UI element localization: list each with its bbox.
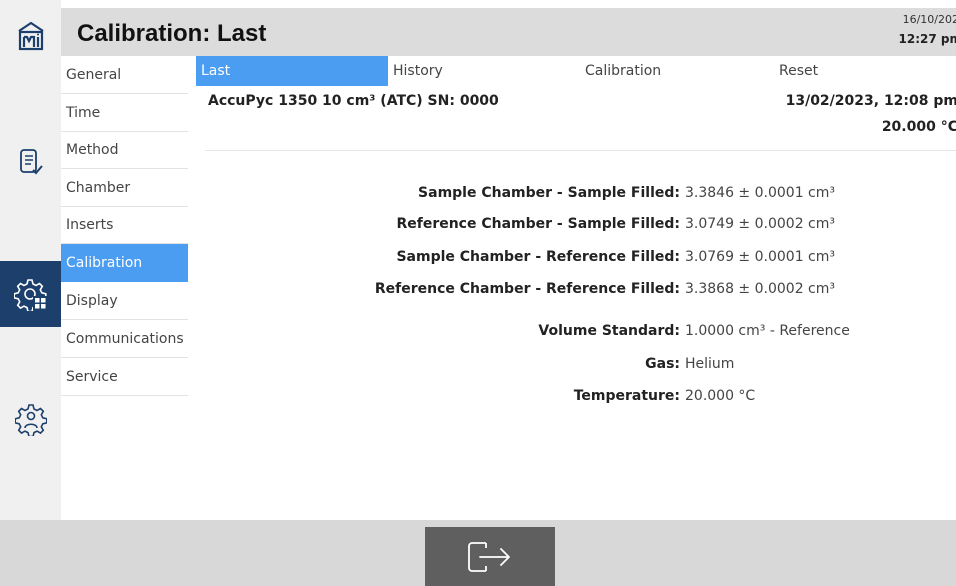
menu-item-label: Inserts bbox=[66, 216, 114, 233]
menu-item-label: Service bbox=[66, 368, 118, 385]
result-row: Gas: Helium bbox=[200, 354, 956, 376]
result-value: 3.3868 ± 0.0002 cm³ bbox=[685, 281, 836, 297]
exit-button[interactable] bbox=[425, 527, 555, 586]
menu-item-label: General bbox=[66, 66, 122, 83]
tab-reset[interactable]: Reset bbox=[774, 56, 956, 86]
instrument-name: AccuPyc 1350 10 cm³ (ATC) SN: 0000 bbox=[208, 93, 499, 109]
menu-item-service[interactable]: Service bbox=[61, 358, 188, 396]
navigation-rail bbox=[0, 0, 61, 520]
result-row: Temperature: 20.000 °C bbox=[200, 386, 956, 408]
result-row: Reference Chamber - Reference Filled: 3.… bbox=[200, 279, 956, 301]
menu-item-label: Display bbox=[66, 292, 118, 309]
menu-item-label: Time bbox=[66, 104, 101, 121]
result-row: Sample Chamber - Reference Filled: 3.076… bbox=[200, 247, 956, 269]
header-date: 16/10/2023 bbox=[902, 13, 956, 26]
menu-item-time[interactable]: Time bbox=[61, 94, 188, 132]
menu-item-chamber[interactable]: Chamber bbox=[61, 169, 188, 207]
divider bbox=[205, 150, 956, 151]
result-value: 1.0000 cm³ - Reference bbox=[685, 323, 850, 339]
reports-button[interactable] bbox=[0, 132, 61, 192]
exit-icon bbox=[468, 541, 510, 572]
menu-item-label: Communications bbox=[66, 330, 184, 347]
menu-item-label: Calibration bbox=[66, 255, 143, 271]
result-row: Volume Standard: 1.0000 cm³ - Reference bbox=[200, 321, 956, 343]
menu-item-calibration[interactable]: Calibration bbox=[61, 244, 188, 282]
page-title: Calibration: Last bbox=[77, 20, 267, 47]
result-label: Temperature: bbox=[573, 388, 680, 404]
menu-item-label: Method bbox=[66, 141, 119, 158]
menu-item-general[interactable]: General bbox=[61, 56, 188, 94]
menu-item-label: Chamber bbox=[66, 179, 131, 196]
result-row: Sample Chamber - Sample Filled: 3.3846 ±… bbox=[200, 183, 956, 205]
settings-menu: General Time Method Chamber Inserts Cali… bbox=[61, 56, 193, 520]
menu-item-method[interactable]: Method bbox=[61, 131, 188, 169]
result-label: Reference Chamber - Reference Filled: bbox=[374, 281, 680, 297]
result-value: 3.0749 ± 0.0002 cm³ bbox=[685, 216, 836, 232]
result-label: Reference Chamber - Sample Filled: bbox=[396, 216, 680, 232]
result-label: Sample Chamber - Sample Filled: bbox=[418, 185, 680, 201]
result-value: 20.000 °C bbox=[685, 388, 756, 404]
tab-history[interactable]: History bbox=[388, 56, 580, 86]
result-value: 3.0769 ± 0.0001 cm³ bbox=[685, 249, 836, 265]
result-label: Gas: bbox=[645, 356, 680, 372]
report-check-icon bbox=[19, 149, 43, 175]
result-label: Sample Chamber - Reference Filled: bbox=[396, 249, 680, 265]
footer-bar bbox=[0, 520, 956, 586]
result-value: 3.3846 ± 0.0001 cm³ bbox=[685, 185, 836, 201]
page-header: Calibration: Last 16/10/2023 12:27 pm bbox=[61, 8, 956, 56]
system-settings-button[interactable] bbox=[0, 261, 61, 327]
home-button[interactable] bbox=[0, 6, 61, 66]
calibration-temperature: 20.000 °C bbox=[881, 119, 956, 135]
menu-item-communications[interactable]: Communications bbox=[61, 320, 188, 358]
calibration-tabs: Last History Calibration Reset bbox=[196, 56, 956, 86]
menu-item-display[interactable]: Display bbox=[61, 282, 188, 320]
gear-grid-icon bbox=[13, 279, 47, 311]
result-value: Helium bbox=[685, 356, 735, 372]
user-settings-button[interactable] bbox=[0, 386, 61, 452]
result-label: Volume Standard: bbox=[538, 323, 680, 339]
tab-last[interactable]: Last bbox=[196, 56, 388, 86]
menu-item-inserts[interactable]: Inserts bbox=[61, 206, 188, 244]
user-gear-icon bbox=[14, 404, 47, 436]
tab-calibration[interactable]: Calibration bbox=[580, 56, 774, 86]
institution-logo-icon bbox=[17, 21, 44, 51]
calibration-datetime: 13/02/2023, 12:08 pm bbox=[785, 93, 956, 109]
header-time: 12:27 pm bbox=[898, 32, 956, 46]
result-row: Reference Chamber - Sample Filled: 3.074… bbox=[200, 214, 956, 236]
